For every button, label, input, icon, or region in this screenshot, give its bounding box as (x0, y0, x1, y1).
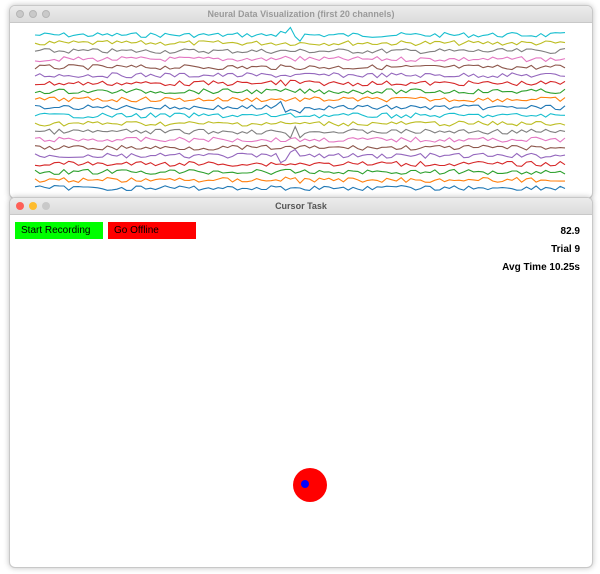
close-window-icon[interactable] (16, 202, 24, 210)
neural-window-titlebar[interactable]: Neural Data Visualization (first 20 chan… (10, 6, 592, 23)
channel-trace (34, 79, 566, 87)
channel-trace (34, 64, 566, 71)
neural-traces-plot (34, 26, 566, 192)
cursor-task-window: Cursor Task Start Recording Go Offline 8… (9, 197, 593, 568)
close-window-icon[interactable] (16, 10, 24, 18)
channel-trace (34, 88, 566, 95)
channel-trace (34, 26, 566, 43)
channel-trace (34, 168, 566, 176)
minimize-window-icon[interactable] (29, 202, 37, 210)
score-readout: 82.9 (560, 226, 580, 237)
channel-trace (34, 176, 565, 185)
channel-trace (34, 125, 566, 139)
minimize-window-icon[interactable] (29, 10, 37, 18)
window-controls (16, 10, 50, 18)
channel-trace (34, 144, 566, 151)
cursor-window-title: Cursor Task (275, 201, 327, 211)
channel-trace (34, 148, 566, 164)
neural-data-window: Neural Data Visualization (first 20 chan… (9, 5, 593, 199)
channel-trace (34, 96, 566, 103)
channel-trace (34, 185, 566, 192)
target-circle (293, 468, 327, 502)
cursor-dot (301, 480, 309, 488)
channel-trace (34, 72, 566, 79)
trial-counter: Trial 9 (551, 244, 580, 255)
go-offline-button[interactable]: Go Offline (108, 222, 196, 239)
channel-trace (34, 47, 566, 55)
cursor-window-titlebar[interactable]: Cursor Task (10, 198, 592, 215)
channel-trace (34, 55, 566, 63)
channel-trace (34, 100, 566, 114)
zoom-window-icon[interactable] (42, 202, 50, 210)
channel-trace (34, 120, 566, 127)
channel-trace (34, 160, 566, 167)
start-recording-button[interactable]: Start Recording (15, 222, 103, 239)
window-controls (16, 202, 50, 210)
channel-trace (34, 112, 566, 119)
zoom-window-icon[interactable] (42, 10, 50, 18)
neural-window-title: Neural Data Visualization (first 20 chan… (207, 9, 395, 19)
avg-time-readout: Avg Time 10.25s (502, 262, 580, 273)
